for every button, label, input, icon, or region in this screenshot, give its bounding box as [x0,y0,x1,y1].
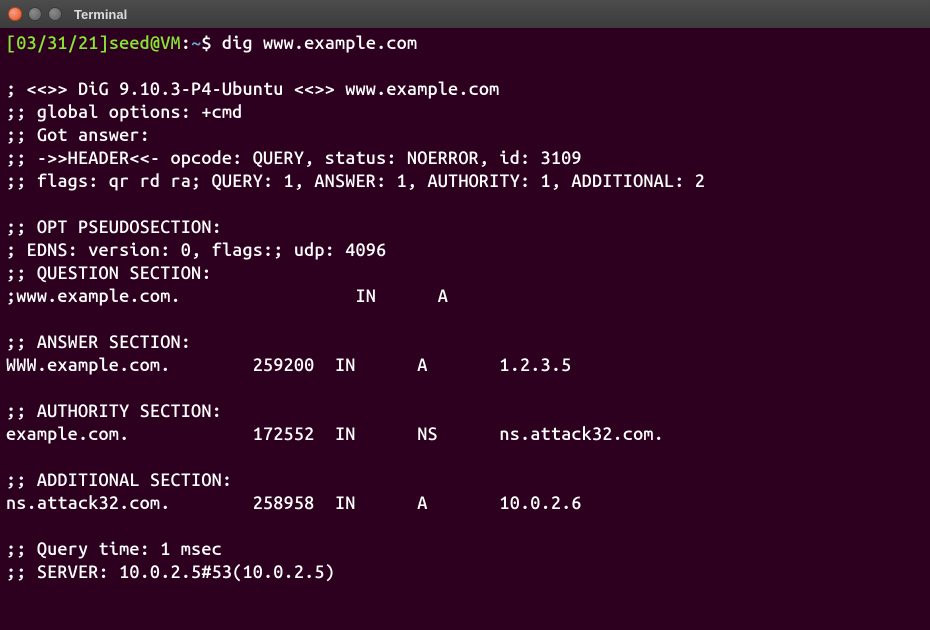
titlebar: Terminal [0,0,930,28]
prompt-path: ~ [191,33,201,53]
prompt-date: [03/31/21] [6,33,109,53]
prompt-user-host: seed@VM [109,33,181,53]
terminal-output: ; <<>> DiG 9.10.3-P4-Ubuntu <<>> www.exa… [6,79,705,582]
prompt-symbol: $ [201,33,222,53]
maximize-icon[interactable] [48,7,62,21]
command-text: dig www.example.com [222,33,417,53]
window-buttons [8,7,62,21]
window-title: Terminal [74,7,127,22]
terminal-body[interactable]: [03/31/21]seed@VM:~$ dig www.example.com… [0,28,930,630]
close-icon[interactable] [8,7,22,21]
minimize-icon[interactable] [28,7,42,21]
prompt-sep: : [181,33,191,53]
